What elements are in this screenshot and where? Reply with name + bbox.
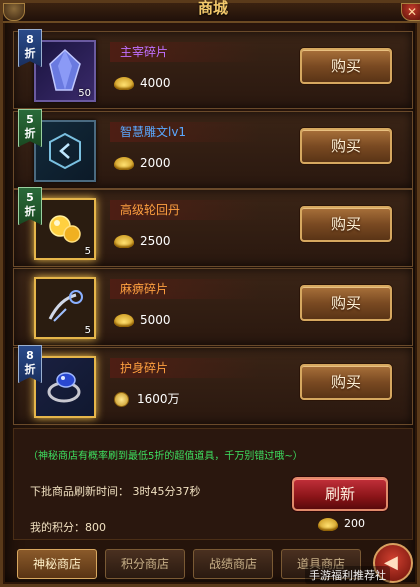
discount-badge: 5折 bbox=[18, 109, 42, 147]
refresh-cost: 200 bbox=[318, 517, 365, 531]
item-name: 护身碎片 bbox=[110, 358, 260, 378]
refresh-cost-value: 200 bbox=[344, 517, 365, 530]
price-value: 5000 bbox=[140, 313, 171, 327]
tab-honor-shop[interactable]: 战绩商店 bbox=[193, 549, 273, 579]
shop-tip: （神秘商店有概率刷到最低5折的超值道具，千万别错过哦~） bbox=[28, 451, 303, 462]
item-count: 50 bbox=[78, 88, 91, 99]
item-name: 麻痹碎片 bbox=[110, 279, 260, 299]
window-title: 商城 bbox=[197, 0, 228, 17]
discount-badge: 8折 bbox=[18, 345, 42, 383]
item-name: 高级轮回丹 bbox=[110, 200, 260, 220]
buy-button[interactable]: 购买 bbox=[300, 206, 392, 242]
tab-points-shop[interactable]: 积分商店 bbox=[105, 549, 185, 579]
price-value: 4000 bbox=[140, 76, 171, 90]
ingot-icon bbox=[114, 235, 134, 248]
close-button[interactable]: ✕ bbox=[401, 3, 420, 21]
ingot-icon bbox=[114, 77, 134, 90]
ingot-icon bbox=[114, 157, 134, 170]
price-value: 1600万 bbox=[137, 392, 180, 406]
item-count: 5 bbox=[84, 325, 91, 336]
refresh-button[interactable]: 刷新 bbox=[292, 477, 388, 511]
price-value: 2000 bbox=[140, 156, 171, 170]
title-bar: 商城 ✕ bbox=[3, 0, 420, 23]
tab-mystery-shop[interactable]: 神秘商店 bbox=[17, 549, 97, 579]
item-price: 2000 bbox=[114, 154, 171, 172]
item-price: 4000 bbox=[114, 74, 171, 92]
shop-item-2: 5折 智慧雕文lv1 2000 购买 bbox=[13, 109, 413, 189]
shop-item-5: 8折 护身碎片 1600万 购买 bbox=[13, 345, 413, 425]
price-value: 2500 bbox=[140, 234, 171, 248]
my-points: 我的积分：800 bbox=[30, 521, 106, 534]
item-price: 2500 bbox=[114, 232, 171, 250]
item-price: 1600万 bbox=[114, 390, 180, 408]
ingot-icon bbox=[114, 314, 134, 327]
discount-badge: 5折 bbox=[18, 187, 42, 225]
blue-ring-icon[interactable] bbox=[34, 356, 96, 418]
shop-footer: （神秘商店有概率刷到最低5折的超值道具，千万别错过哦~） 下批商品刷新时间： 3… bbox=[13, 428, 413, 540]
shop-item-1: 8折 50 主宰碎片 4000 购买 bbox=[13, 29, 413, 109]
discount-badge: 8折 bbox=[18, 29, 42, 67]
coin-icon bbox=[114, 392, 129, 407]
close-icon: ✕ bbox=[407, 5, 418, 19]
shop-item-4: 5 麻痹碎片 5000 购买 bbox=[13, 268, 413, 346]
item-name: 智慧雕文lv1 bbox=[110, 122, 260, 142]
buy-button[interactable]: 购买 bbox=[300, 285, 392, 321]
buy-button[interactable]: 购买 bbox=[300, 364, 392, 400]
golden-pill-icon[interactable]: 5 bbox=[34, 198, 96, 260]
watermark-text: 手游福利推荐社 bbox=[305, 566, 390, 584]
refresh-countdown: 下批商品刷新时间： 3时45分37秒 bbox=[30, 485, 201, 498]
shop-item-3: 5折 5 高级轮回丹 2500 购买 bbox=[13, 187, 413, 267]
ingot-icon bbox=[318, 517, 338, 531]
chain-shard-icon[interactable]: 5 bbox=[34, 277, 96, 339]
buy-button[interactable]: 购买 bbox=[300, 48, 392, 84]
rune-glyph-icon[interactable] bbox=[34, 120, 96, 182]
buy-button[interactable]: 购买 bbox=[300, 128, 392, 164]
shop-window: 商城 ✕ 8折 50 主宰碎片 4000 购买 5折 智慧雕文lv1 2000 … bbox=[0, 0, 420, 587]
corner-ornament bbox=[3, 3, 25, 21]
item-price: 5000 bbox=[114, 311, 171, 329]
item-count: 5 bbox=[84, 246, 91, 257]
diamond-shard-icon[interactable]: 50 bbox=[34, 40, 96, 102]
item-name: 主宰碎片 bbox=[110, 42, 260, 62]
